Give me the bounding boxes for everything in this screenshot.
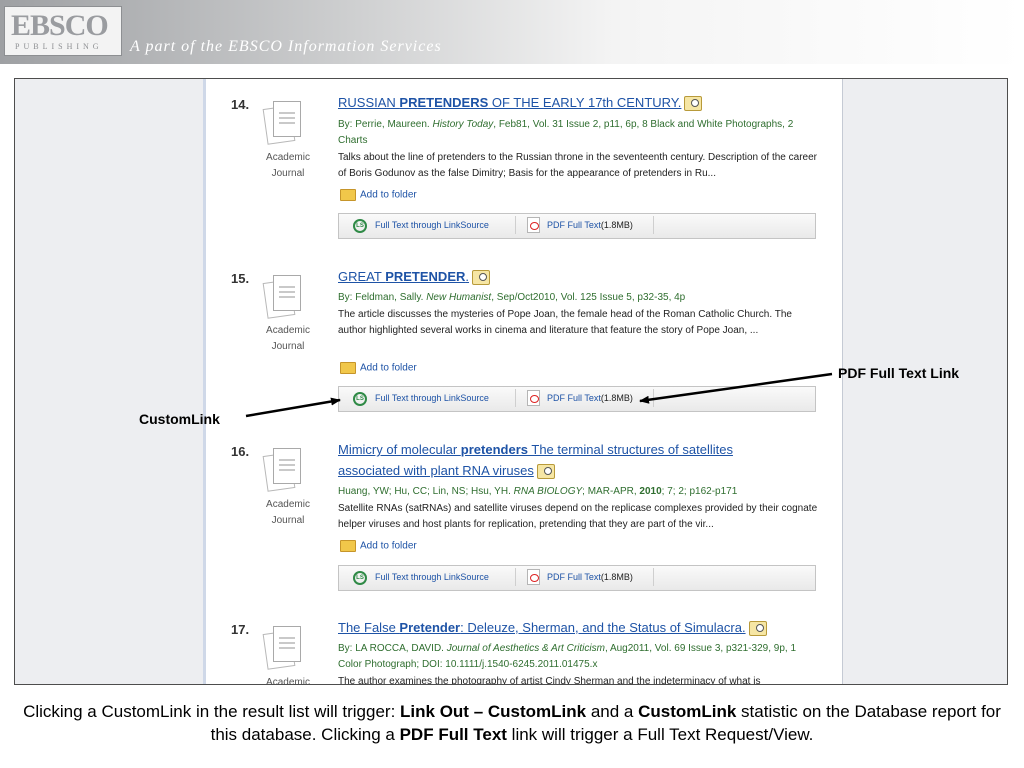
caption-text: Clicking a CustomLink in the result list… xyxy=(23,702,401,721)
pdf-callout-arrow xyxy=(639,372,833,404)
customlink-callout-arrow xyxy=(245,397,341,418)
caption-text: link will trigger a Full Text Request/Vi… xyxy=(506,725,814,744)
caption-emphasis: Link Out – CustomLink xyxy=(400,702,587,721)
caption-emphasis: PDF Full Text xyxy=(399,725,507,744)
caption-text: and a xyxy=(586,702,639,721)
callout-arrows xyxy=(245,372,833,418)
slide-caption: Clicking a CustomLink in the result list… xyxy=(10,700,1014,746)
caption-emphasis: CustomLink xyxy=(638,702,737,721)
